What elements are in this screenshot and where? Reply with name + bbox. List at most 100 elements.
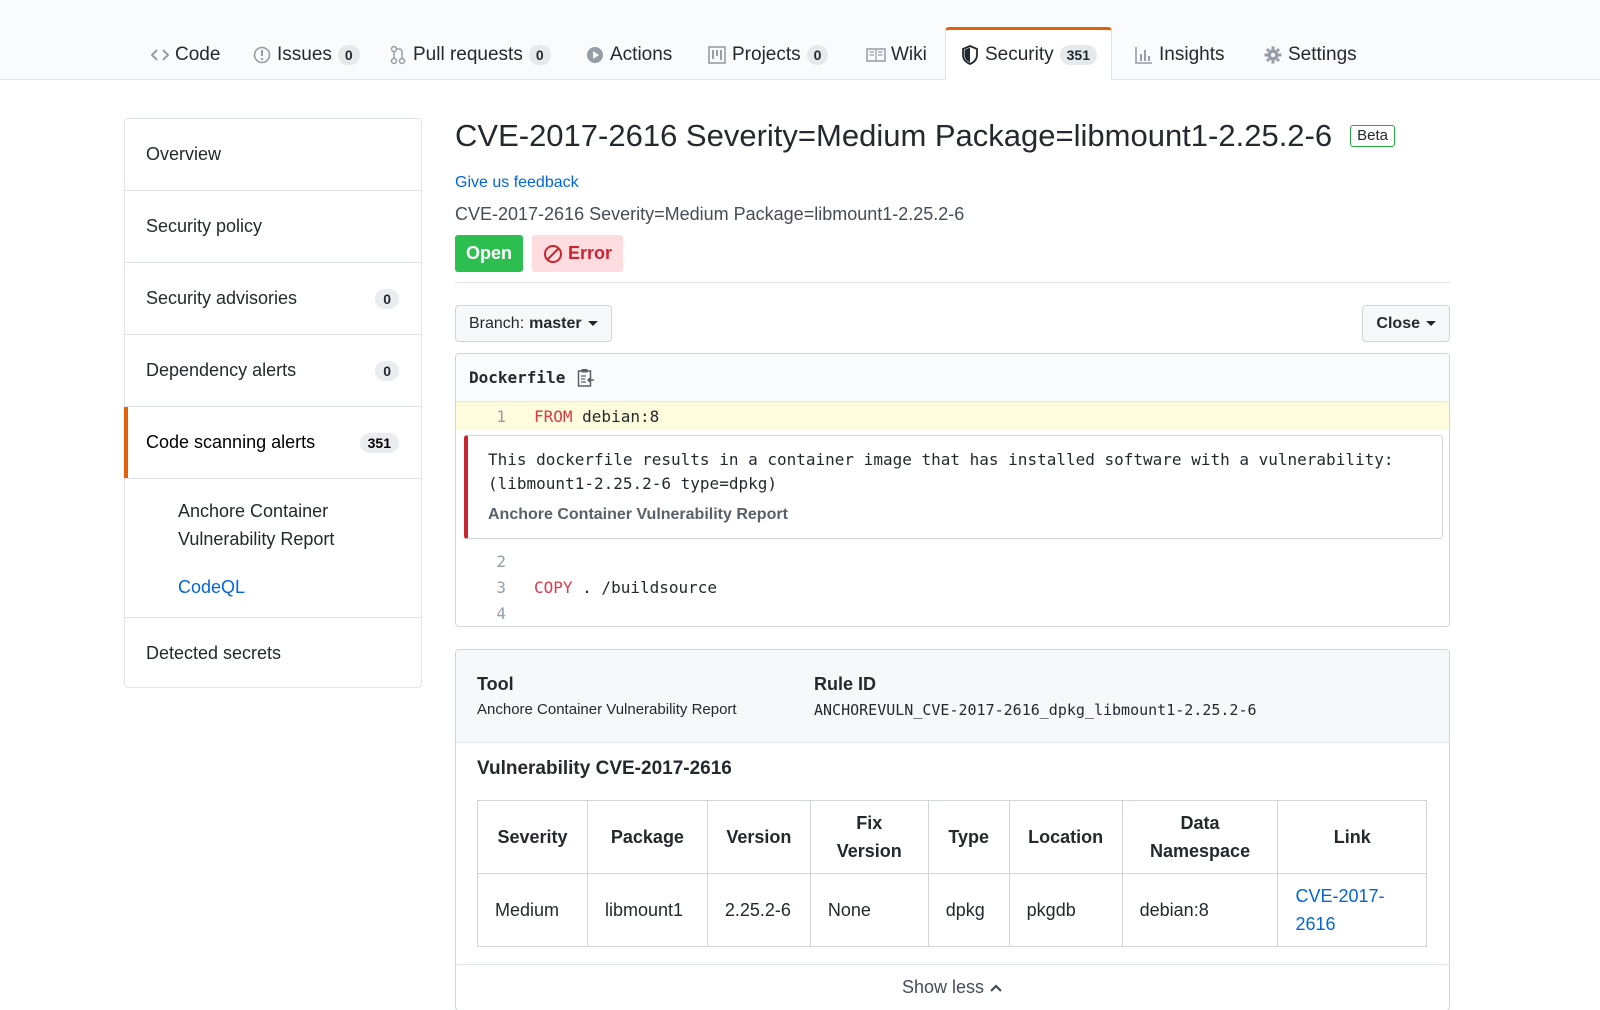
status-error-label: Error [568, 243, 613, 263]
alert-title-row: CVE-2017-2616 Severity=Medium Package=li… [455, 118, 1450, 154]
project-icon [707, 45, 727, 65]
code-line-4: 4 [456, 600, 1449, 626]
sidebar-item-security-advisories[interactable]: Security advisories 0 [125, 263, 421, 335]
branch-prefix: Branch: [469, 314, 525, 332]
rule-id-label: Rule ID [814, 674, 877, 694]
vulnerability-title: Vulnerability CVE-2017-2616 [477, 758, 732, 779]
tool-value: Anchore Container Vulnerability Report [477, 701, 737, 718]
cell-version: 2.25.2-6 [706, 873, 811, 947]
code-snippet: Dockerfile 1 FROM debian:8 This dockerfi… [455, 353, 1450, 627]
tab-pull-requests-label: Pull requests [413, 44, 523, 65]
line-number: 3 [496, 577, 506, 597]
book-icon [866, 45, 886, 65]
code-text: FROM debian:8 [514, 407, 659, 426]
sidebar-item-label: Detected secrets [146, 642, 282, 663]
sidebar-item-detected-secrets[interactable]: Detected secrets [125, 618, 421, 688]
tab-code[interactable]: Code [150, 30, 220, 80]
line-number: 4 [496, 603, 506, 623]
tab-projects-label: Projects [732, 44, 801, 65]
sidebar-item-label: Security policy [146, 216, 263, 236]
sidebar-item-label: Dependency alerts [146, 360, 297, 380]
rule-id-value: ANCHOREVULN_CVE-2017-2616_dpkg_libmount1… [814, 701, 1257, 719]
repo-nav: Code Issues 0 Pull requests 0 Actions Pr… [0, 0, 1600, 80]
status-badge-open: Open [455, 235, 524, 272]
alert-subtitle: CVE-2017-2616 Severity=Medium Package=li… [455, 204, 965, 224]
sidebar-item-overview[interactable]: Overview [125, 119, 421, 191]
security-count: 351 [1059, 45, 1097, 65]
tool-info: Tool Anchore Container Vulnerability Rep… [477, 674, 737, 718]
branch-name: master [529, 314, 582, 332]
alert-main: CVE-2017-2616 Severity=Medium Package=li… [455, 118, 1450, 1010]
status-badge-error: Error [532, 235, 624, 272]
rule-info: Rule ID ANCHOREVULN_CVE-2017-2616_dpkg_l… [814, 674, 1257, 719]
cell-data-namespace: debian:8 [1121, 873, 1279, 947]
line-number: 2 [496, 551, 506, 571]
tab-insights[interactable]: Insights [1134, 30, 1224, 80]
column-header: Package [586, 800, 708, 874]
sidebar-item-label: Code scanning alerts [146, 432, 316, 452]
page-title: CVE-2017-2616 Severity=Medium Package=li… [455, 118, 1333, 153]
security-sidebar: Overview Security policy Security adviso… [124, 118, 422, 688]
beta-badge: Beta [1350, 125, 1395, 147]
sidebar-item-code-scanning-alerts[interactable]: Code scanning alerts 351 [124, 407, 421, 479]
code-scanning-tools: Anchore Container Vulnerability Report C… [125, 479, 421, 618]
sidebar-item-security-policy[interactable]: Security policy [125, 191, 421, 263]
tab-settings[interactable]: Settings [1263, 30, 1357, 80]
dependency-alerts-count: 0 [375, 360, 399, 381]
code-keyword: FROM [534, 406, 573, 426]
tool-label: Tool [477, 674, 514, 694]
cell-location: pkgdb [1008, 873, 1123, 947]
file-name: Dockerfile [469, 368, 566, 387]
column-header: Location [1008, 800, 1123, 874]
tab-insights-label: Insights [1159, 44, 1225, 65]
stop-icon [543, 244, 563, 264]
caret-down-icon [587, 321, 598, 326]
alert-controls: Branch: master Close [455, 305, 1450, 342]
sidebar-subitem-anchore[interactable]: Anchore Container Vulnerability Report [178, 497, 399, 553]
chevron-up-icon [989, 983, 1003, 993]
pull-request-icon [388, 45, 408, 65]
cell-type: dpkg [927, 873, 1010, 947]
close-alert-button[interactable]: Close [1362, 305, 1450, 342]
code-file-header: Dockerfile [456, 354, 1449, 402]
sidebar-item-dependency-alerts[interactable]: Dependency alerts 0 [125, 335, 421, 407]
alert-details: Tool Anchore Container Vulnerability Rep… [455, 649, 1450, 1010]
tab-actions[interactable]: Actions [585, 30, 672, 80]
clipboard-icon[interactable] [577, 368, 597, 388]
feedback-link[interactable]: Give us feedback [455, 174, 1450, 192]
code-text: COPY . /buildsource [514, 578, 717, 597]
cell-severity: Medium [477, 873, 588, 947]
alert-source: Anchore Container Vulnerability Report [488, 506, 788, 523]
issue-icon [252, 45, 272, 65]
tab-issues[interactable]: Issues 0 [252, 30, 360, 80]
security-advisories-count: 0 [375, 288, 399, 309]
alert-message: This dockerfile results in a container i… [488, 450, 1394, 493]
cve-link[interactable]: CVE-2017-2616 [1277, 873, 1427, 947]
tab-settings-label: Settings [1288, 44, 1357, 65]
tab-security[interactable]: Security 351 [945, 27, 1112, 80]
column-header: Version [706, 800, 811, 874]
code-icon [150, 45, 170, 65]
tab-wiki[interactable]: Wiki [866, 30, 927, 80]
play-icon [585, 45, 605, 65]
code-line-2: 2 [456, 548, 1449, 574]
column-header: Severity [477, 800, 588, 874]
shield-icon [960, 45, 980, 65]
table-row: Medium libmount1 2.25.2-6 None dpkg pkgd… [477, 873, 1427, 947]
branch-select-button[interactable]: Branch: master [455, 305, 612, 342]
projects-count: 0 [806, 45, 829, 65]
tab-projects[interactable]: Projects 0 [707, 30, 829, 80]
status-badges: Open Error [455, 235, 1450, 272]
table-header-row: Severity Package Version Fix Version Typ… [477, 800, 1427, 874]
code-line-1: 1 FROM debian:8 [456, 402, 1449, 430]
sidebar-subitem-codeql[interactable]: CodeQL [178, 573, 399, 601]
show-less-button[interactable]: Show less [456, 964, 1449, 1010]
tab-code-label: Code [175, 44, 221, 65]
cell-fix-version: None [809, 873, 929, 947]
tab-pull-requests[interactable]: Pull requests 0 [388, 30, 551, 80]
column-header: Fix Version [809, 800, 929, 874]
graph-icon [1134, 45, 1154, 65]
tab-wiki-label: Wiki [891, 44, 927, 65]
code-keyword: COPY [534, 577, 573, 597]
issues-count: 0 [337, 45, 360, 65]
